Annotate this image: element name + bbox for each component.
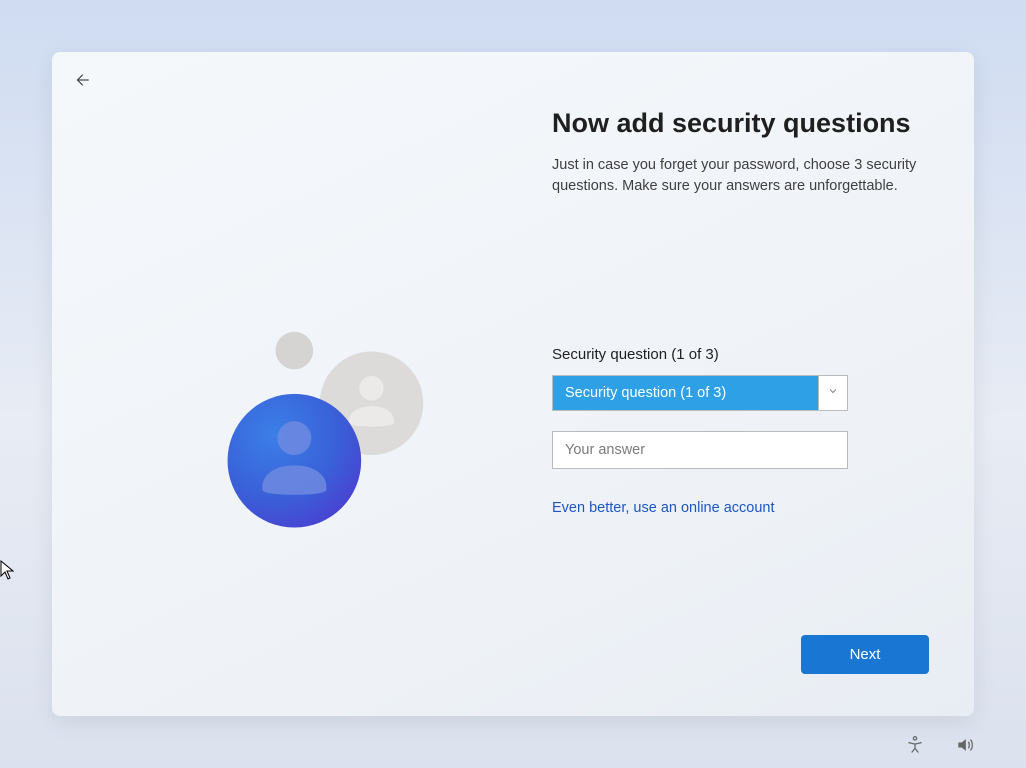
- page-subtitle: Just in case you forget your password, c…: [552, 155, 922, 196]
- security-question-select[interactable]: Security question (1 of 3): [552, 375, 848, 411]
- security-answer-input[interactable]: [552, 431, 848, 469]
- volume-button[interactable]: [954, 736, 976, 758]
- chevron-down-icon: [827, 384, 839, 402]
- back-arrow-icon: [73, 71, 91, 92]
- accessibility-icon: [905, 735, 925, 760]
- volume-icon: [955, 735, 975, 760]
- accessibility-button[interactable]: [904, 736, 926, 758]
- security-question-selected[interactable]: Security question (1 of 3): [552, 375, 818, 411]
- back-button[interactable]: [70, 69, 94, 93]
- system-tray: [904, 736, 976, 758]
- setup-card: Now add security questions Just in case …: [52, 52, 974, 716]
- content-pane: Now add security questions Just in case …: [552, 108, 934, 517]
- use-online-account-link[interactable]: Even better, use an online account: [552, 500, 775, 516]
- security-question-dropdown-toggle[interactable]: [818, 375, 848, 411]
- mouse-cursor: [0, 560, 14, 585]
- next-button[interactable]: Next: [801, 635, 929, 674]
- security-question-label: Security question (1 of 3): [552, 346, 934, 363]
- people-illustration: [172, 280, 492, 600]
- page-title: Now add security questions: [552, 108, 934, 139]
